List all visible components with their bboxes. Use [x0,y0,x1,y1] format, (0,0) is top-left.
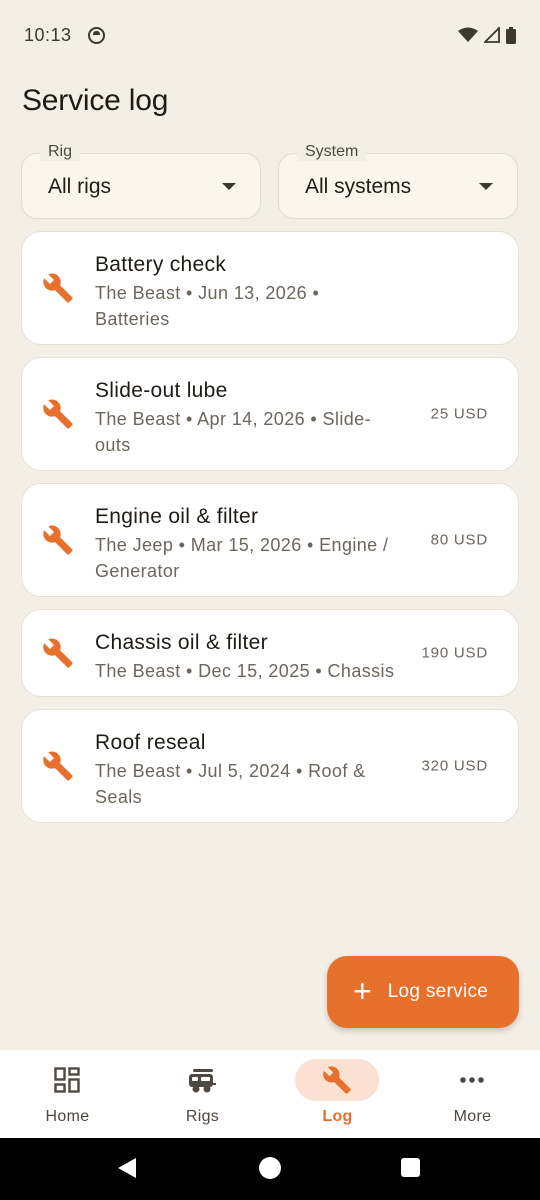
plus-icon: + [353,972,372,1009]
service-entry-card[interactable]: Roof reseal The Beast • Jul 5, 2024 • Ro… [21,709,519,823]
entry-cost: 80 USD [430,531,488,549]
service-entry-card[interactable]: Slide-out lube The Beast • Apr 14, 2026 … [21,357,519,471]
nav-label-more: More [453,1108,492,1125]
entry-meta: The Beast • Jul 5, 2024 • Roof & Seals [95,761,366,807]
entry-title: Engine oil & filter [95,505,259,528]
entry-cost: 25 USD [430,405,488,423]
status-time: 10:13 [24,24,72,45]
wrench-icon [43,399,73,429]
nav-item-more[interactable]: More [405,1050,540,1138]
system-navigation-bar [0,1138,540,1200]
service-log-screen: 10:13 Service log Rig All rigs System Al… [0,0,540,1200]
status-bar: 10:13 [0,0,540,70]
rig-filter-dropdown[interactable]: Rig All rigs [21,143,261,219]
service-entry-list: Battery check The Beast • Jun 13, 2026 •… [21,231,519,835]
rv-icon [189,1069,216,1093]
nav-item-rigs[interactable]: Rigs [135,1050,270,1138]
dashboard-icon [54,1067,80,1093]
wrench-icon [43,751,73,781]
service-entry-card[interactable]: Battery check The Beast • Jun 13, 2026 •… [21,231,519,345]
status-icons [458,26,516,44]
log-service-label: Log service [387,981,489,1002]
entry-meta: The Beast • Apr 14, 2026 • Slide-outs [95,409,371,455]
service-entry-card[interactable]: Engine oil & filter The Jeep • Mar 15, 2… [21,483,519,597]
entry-meta: The Beast • Dec 15, 2025 • Chassis [95,661,395,681]
recents-icon[interactable] [401,1158,420,1177]
page-title: Service log [22,84,169,117]
nav-pill [25,1059,109,1101]
entry-title: Roof reseal [95,731,206,754]
system-filter-value: All systems [305,175,412,198]
home-icon[interactable] [259,1157,281,1179]
nav-item-log[interactable]: Log [270,1050,405,1138]
rig-filter-label: Rig [40,143,81,161]
nav-label-rigs: Rigs [185,1108,220,1125]
system-filter-label: System [297,143,367,161]
entry-title: Battery check [95,253,227,276]
nav-pill-active [295,1059,379,1101]
battery-icon [506,26,516,44]
log-service-button[interactable]: + Log service [327,956,519,1028]
more-icon [460,1077,484,1083]
entry-meta: The Jeep • Mar 15, 2026 • Engine / Gener… [95,535,389,581]
nav-pill [160,1059,244,1101]
nav-item-home[interactable]: Home [0,1050,135,1138]
bottom-navigation: Home Rigs Log More [0,1050,540,1138]
cell-signal-icon [484,27,500,43]
nav-label-log: Log [322,1108,353,1125]
back-icon[interactable] [118,1158,136,1178]
nav-label-home: Home [45,1108,90,1125]
notification-app-icon [87,26,105,44]
entry-cost: 190 USD [421,644,488,662]
wifi-icon [458,27,478,42]
dropdown-arrow-icon [479,183,493,190]
entry-cost: 320 USD [421,757,488,775]
entry-title: Chassis oil & filter [95,631,268,654]
service-entry-card[interactable]: Chassis oil & filter The Beast • Dec 15,… [21,609,519,697]
entry-meta: The Beast • Jun 13, 2026 • Batteries [95,283,320,329]
entry-title: Slide-out lube [95,379,228,402]
nav-pill [430,1059,514,1101]
dropdown-arrow-icon [222,183,236,190]
wrench-icon [43,273,73,303]
wrench-icon [323,1066,351,1094]
rig-filter-value: All rigs [48,175,112,198]
wrench-icon [43,638,73,668]
system-filter-dropdown[interactable]: System All systems [278,143,518,219]
wrench-icon [43,525,73,555]
